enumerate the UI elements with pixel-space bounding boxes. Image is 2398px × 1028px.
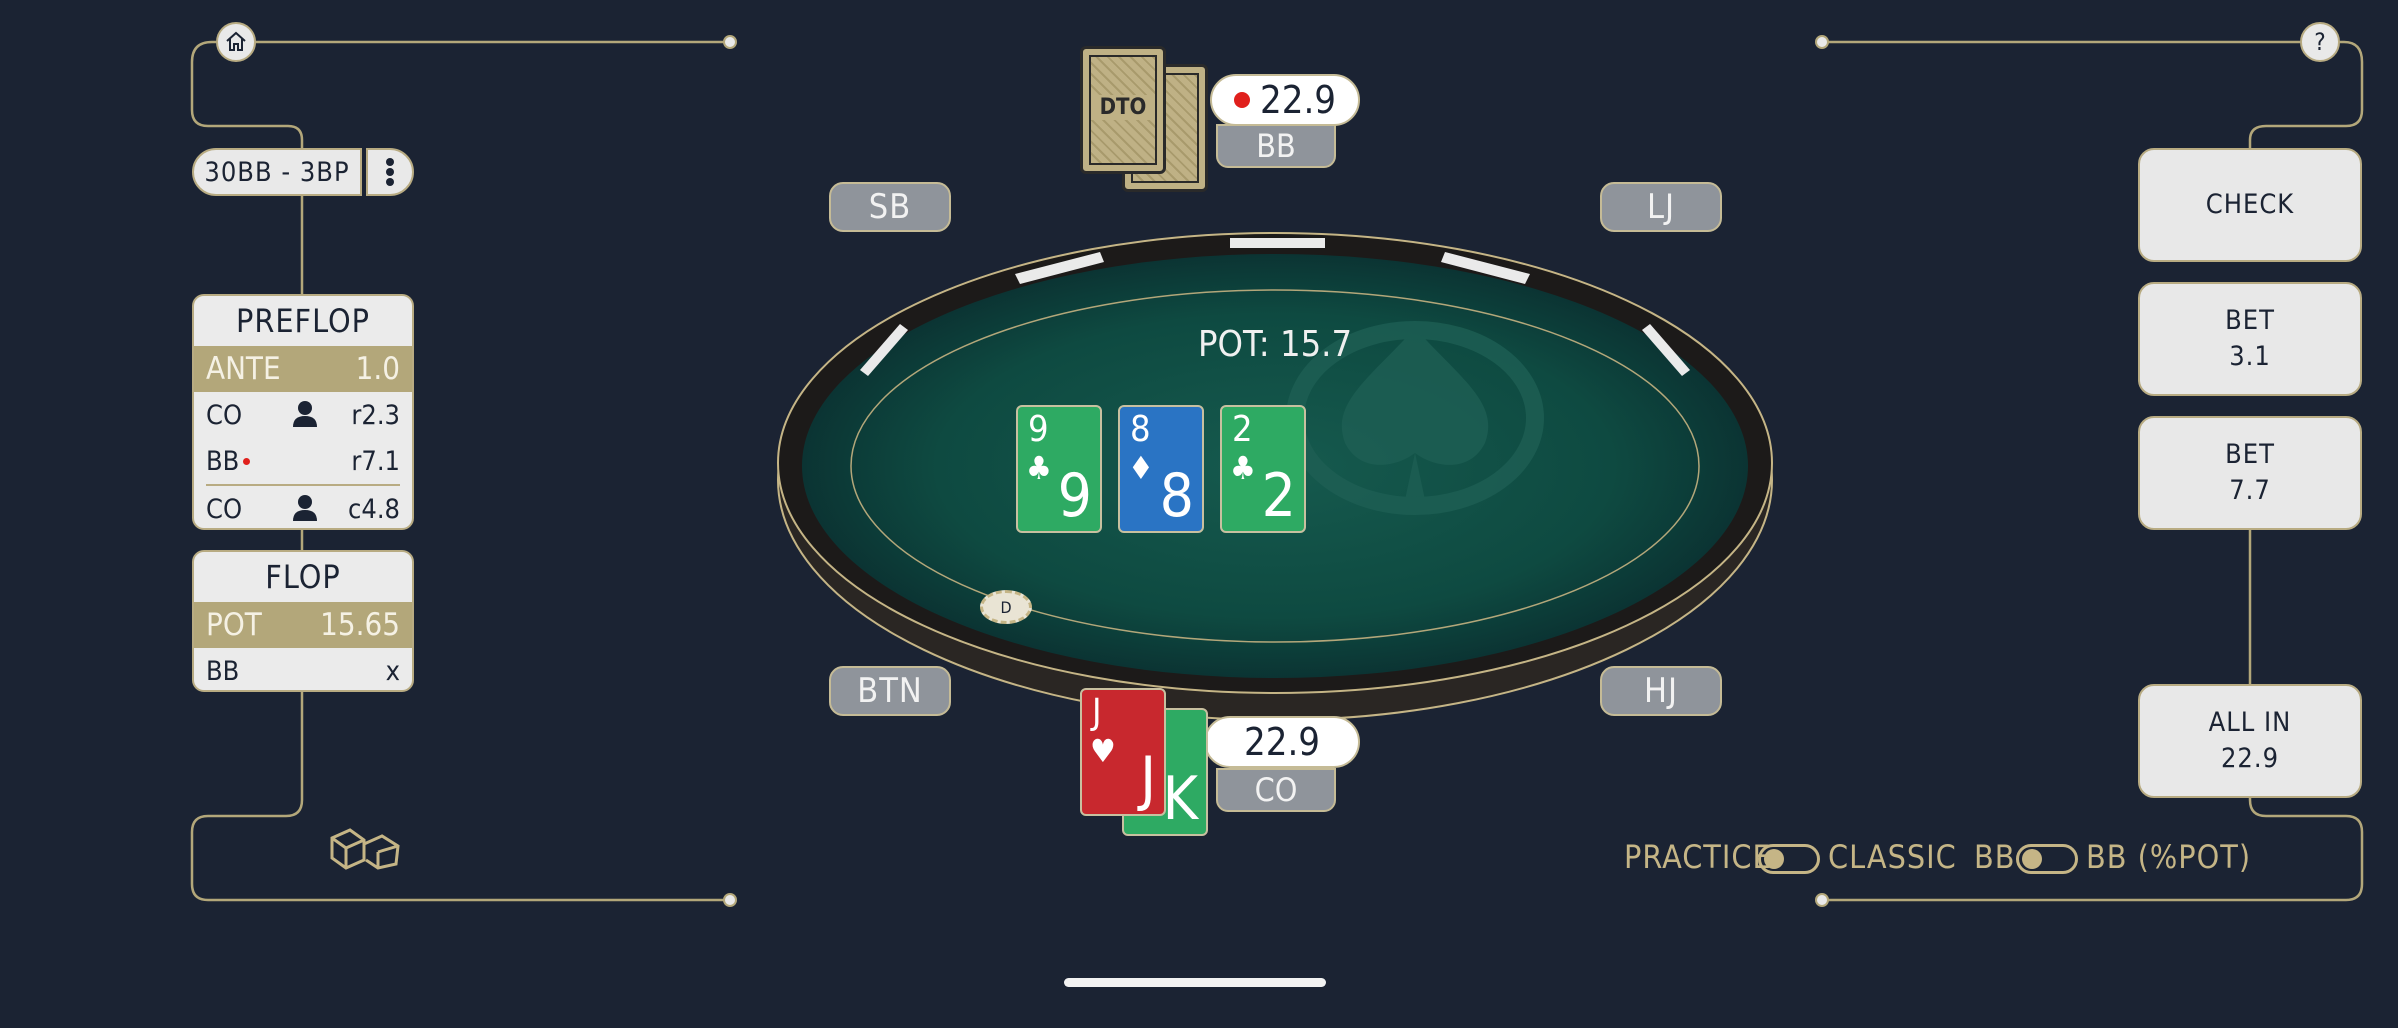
action-value: r7.1	[351, 445, 400, 477]
flop-panel: FLOP POT 15.65 BB x	[192, 550, 414, 692]
card-suit: ♦	[1128, 449, 1154, 487]
seat-btn[interactable]: BTN	[829, 666, 951, 716]
card-rank: 9	[1028, 409, 1049, 450]
classic-label: CLASSIC	[1828, 838, 1957, 876]
action-row: BB x	[194, 648, 412, 690]
bb-marker-dot	[1233, 92, 1250, 108]
card-rank-large: 9	[1057, 461, 1092, 531]
pot-label: POT	[206, 607, 262, 643]
dealer-button: D	[980, 590, 1032, 624]
button-value: 3.1	[2229, 341, 2271, 372]
card-rank: 2	[1232, 409, 1253, 450]
preflop-panel: PREFLOP ANTE 1.0 CO r2.3 BB r7.1 CO c4.8	[192, 294, 414, 530]
button-value: 22.9	[2220, 743, 2280, 774]
dealer-chip-label: D	[1000, 597, 1012, 617]
card-back: DTO	[1080, 46, 1166, 174]
card-suit: ♥	[1090, 732, 1116, 770]
bet-small-button[interactable]: BET 3.1	[2138, 282, 2362, 396]
home-icon	[226, 31, 246, 51]
card-rank-large: 8	[1159, 461, 1194, 531]
seat-lj[interactable]: LJ	[1600, 182, 1722, 232]
toggle-knob	[2022, 849, 2042, 869]
action-row: CO r2.3	[194, 392, 412, 438]
check-button[interactable]: CHECK	[2138, 148, 2362, 262]
preflop-title: PREFLOP	[235, 302, 370, 340]
board-card-2: 8 ♦ 8	[1118, 405, 1204, 533]
flop-title: FLOP	[265, 558, 341, 596]
hero-position: CO	[1216, 768, 1336, 812]
bb-label: BB	[1974, 838, 2016, 876]
stack-value: 22.9	[1243, 720, 1321, 764]
board-card-1: 9 ♣ 9	[1016, 405, 1102, 533]
button-label: ALL IN	[2208, 707, 2292, 738]
seat-label: LJ	[1646, 187, 1676, 227]
more-options-button[interactable]	[366, 148, 414, 196]
action-position: CO	[206, 493, 243, 525]
seat-label: SB	[868, 187, 912, 227]
action-row: BB r7.1	[194, 438, 412, 484]
bet-large-button[interactable]: BET 7.7	[2138, 416, 2362, 530]
card-rank: J	[1092, 692, 1102, 733]
card-rank-large: J	[1140, 744, 1156, 814]
card-suit: ♣	[1230, 449, 1256, 487]
hero-card-1: J ♥ J	[1080, 688, 1166, 816]
position-label: BB	[1256, 127, 1296, 165]
more-vertical-icon	[386, 158, 394, 186]
game-mode-pill[interactable]: 30BB - 3BP	[192, 148, 362, 196]
ante-label: ANTE	[206, 351, 281, 387]
help-icon: ?	[2314, 28, 2326, 56]
action-position: BB	[206, 445, 240, 477]
practice-label: PRACTICE	[1624, 838, 1772, 876]
action-value: x	[385, 655, 400, 687]
position-label: CO	[1254, 771, 1298, 809]
action-position: BB	[206, 655, 240, 687]
help-button[interactable]: ?	[2300, 22, 2340, 62]
ante-value: 1.0	[355, 351, 400, 387]
practice-classic-toggle[interactable]	[1758, 844, 1820, 874]
seat-label: BTN	[857, 671, 923, 711]
seat-label: HJ	[1643, 671, 1679, 711]
action-value: c4.8	[348, 493, 400, 525]
user-icon	[293, 401, 317, 427]
card-rank: 8	[1130, 409, 1151, 450]
hero-stack: 22.9	[1204, 716, 1360, 768]
top-player-position: BB	[1216, 124, 1336, 168]
top-player-stack: 22.9	[1210, 74, 1360, 126]
button-label: CHECK	[2205, 189, 2295, 220]
button-value: 7.7	[2229, 475, 2271, 506]
home-indicator[interactable]	[1064, 978, 1326, 987]
card-rank-large: K	[1162, 764, 1198, 834]
action-value: r2.3	[351, 399, 400, 431]
seat-sb[interactable]: SB	[829, 182, 951, 232]
home-button[interactable]	[216, 22, 256, 62]
bb-unit-toggle[interactable]	[2016, 844, 2078, 874]
button-label: BET	[2225, 439, 2275, 470]
toggle-knob	[1764, 849, 1784, 869]
game-mode-label: 30BB - 3BP	[204, 156, 350, 188]
pot-text: POT: 15.7	[1197, 324, 1353, 365]
pot-value: 15.65	[320, 607, 400, 643]
stack-value: 22.9	[1259, 78, 1337, 122]
card-suit: ♣	[1026, 449, 1052, 487]
action-position: CO	[206, 399, 243, 431]
board-card-3: 2 ♣ 2	[1220, 405, 1306, 533]
user-icon	[293, 495, 317, 521]
card-rank-large: 2	[1261, 461, 1296, 531]
button-label: BET	[2225, 305, 2275, 336]
bb-pot-label: BB (%POT)	[2086, 838, 2252, 876]
pot-row: POT 15.65	[194, 602, 412, 648]
seat-hj[interactable]: HJ	[1600, 666, 1722, 716]
bb-marker-dot	[243, 457, 251, 465]
ante-row: ANTE 1.0	[194, 346, 412, 392]
all-in-button[interactable]: ALL IN 22.9	[2138, 684, 2362, 798]
dice-icon[interactable]	[326, 824, 402, 870]
card-back-logo: DTO	[1091, 95, 1155, 120]
action-row: CO c4.8	[194, 486, 412, 528]
